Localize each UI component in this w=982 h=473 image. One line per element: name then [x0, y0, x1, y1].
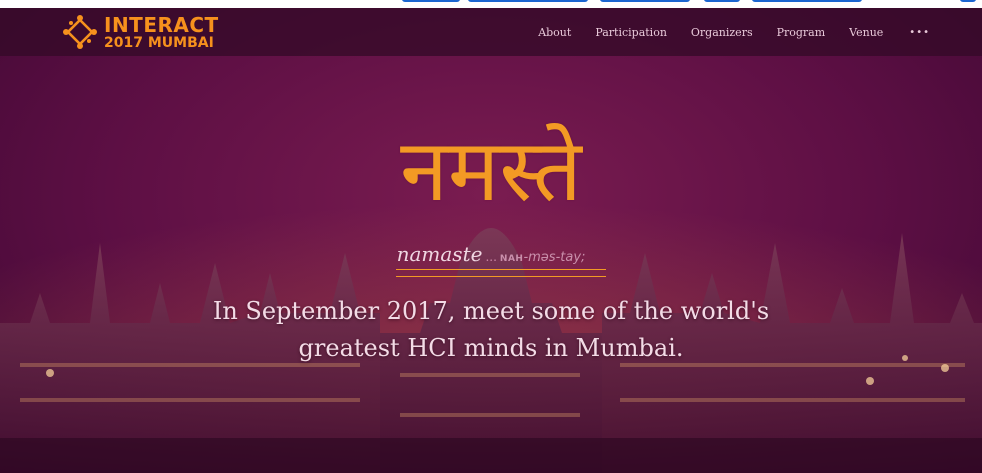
tagline-line-2: greatest HCI minds in Mumbai. — [298, 334, 684, 362]
logo-title: INTERACT — [104, 12, 219, 37]
more-menu-icon[interactable]: ••• — [909, 27, 930, 38]
nav-link-about[interactable]: About — [538, 26, 571, 39]
interact-logo-icon — [63, 15, 97, 49]
pronunciation-word: namaste — [396, 242, 483, 266]
navbar: INTERACT 2017 MUMBAI About Participation… — [0, 8, 982, 56]
nav-link-program[interactable]: Program — [777, 26, 826, 39]
pronunciation-phonetic: NAH-məs-tay; — [500, 250, 585, 265]
nav-link-organizers[interactable]: Organizers — [691, 26, 753, 39]
page: INTERACT 2017 MUMBAI About Participation… — [0, 0, 982, 473]
pronunciation: namaste... NAH-məs-tay; — [0, 242, 982, 266]
pronunciation-separator: ... — [485, 250, 497, 264]
nav-links: About Participation Organizers Program V… — [514, 8, 930, 56]
nav-link-venue[interactable]: Venue — [849, 26, 883, 39]
pronunciation-rest: -məs-tay; — [523, 250, 586, 265]
logo-subtitle: 2017 MUMBAI — [104, 34, 214, 51]
logo-text: INTERACT 2017 MUMBAI — [104, 15, 219, 50]
interact-logo[interactable]: INTERACT 2017 MUMBAI — [62, 12, 219, 52]
headline-hindi: नमस्ते — [400, 121, 582, 221]
double-divider — [396, 269, 606, 277]
hero-tagline: In September 2017, meet some of the worl… — [0, 293, 982, 367]
pronunciation-stress: NAH — [499, 254, 524, 264]
nav-link-participation[interactable]: Participation — [595, 26, 667, 39]
tagline-line-1: In September 2017, meet some of the worl… — [212, 297, 770, 325]
hero-content: नमस्ते namaste... NAH-məs-tay; In Septemb… — [0, 0, 982, 473]
